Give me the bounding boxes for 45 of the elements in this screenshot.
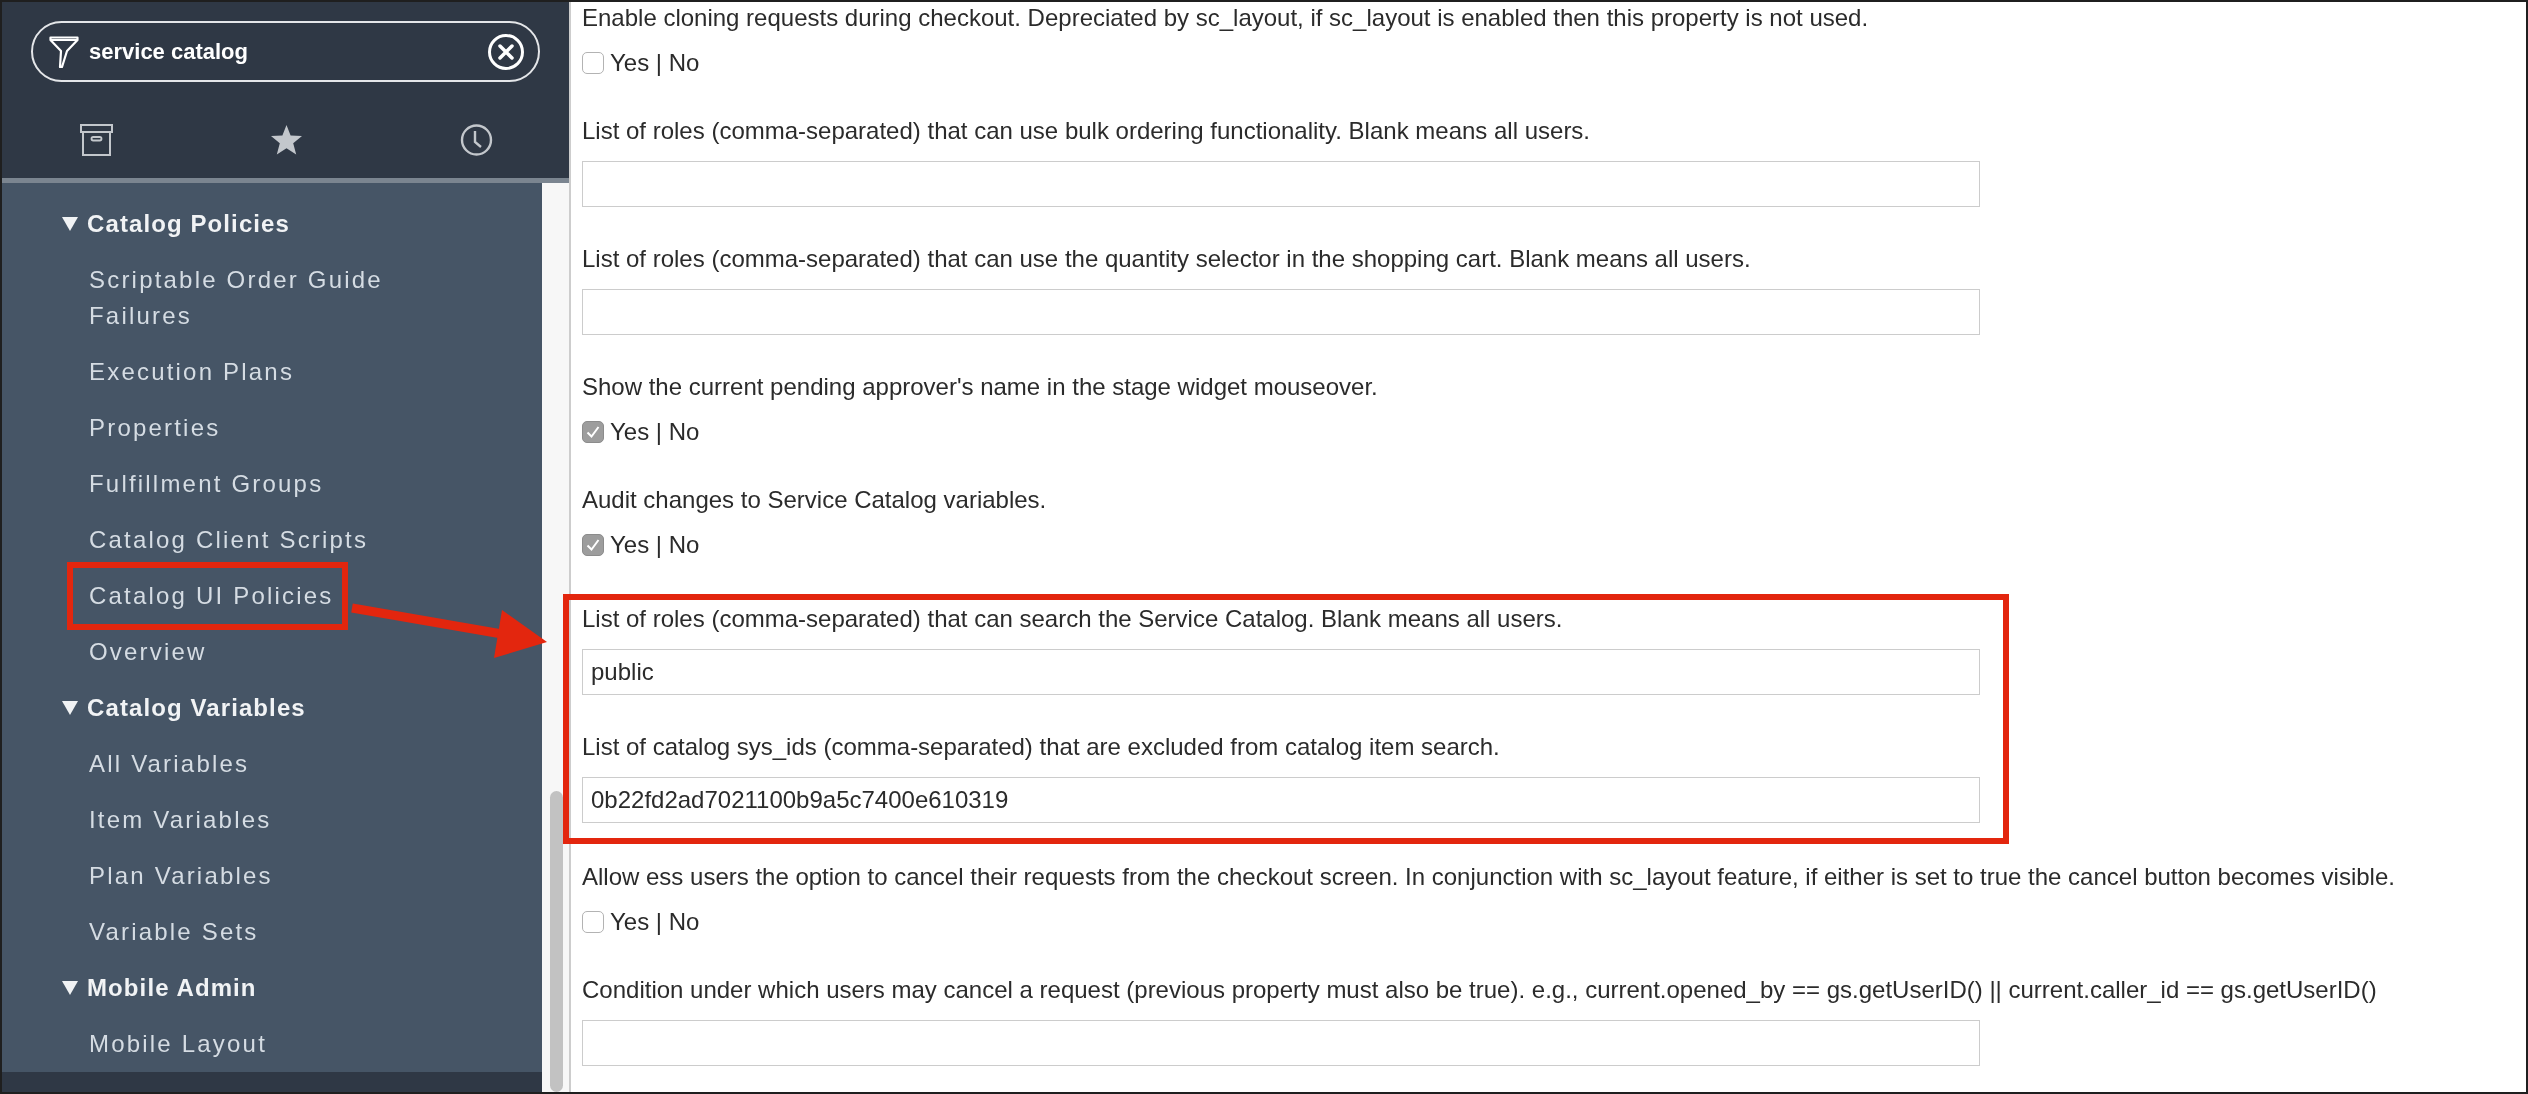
checkbox-label: Yes | No: [610, 907, 700, 937]
nav-group-header[interactable]: Mobile Admin: [2, 960, 542, 1016]
nav-item[interactable]: Item Variables: [89, 792, 272, 848]
archive-box-icon[interactable]: [80, 124, 113, 156]
text-field[interactable]: [582, 1020, 1980, 1066]
property-label: Show the current pending approver's name in the stage widget mouseover.: [582, 372, 1378, 402]
nav-item[interactable]: Fulfillment Groups: [89, 456, 324, 512]
nav-item[interactable]: All Variables: [89, 736, 250, 792]
text-field[interactable]: [582, 289, 1980, 335]
nav-item[interactable]: Variable Sets: [89, 904, 259, 960]
scrollbar[interactable]: [550, 791, 563, 1092]
property-label: List of catalog sys_ids (comma-separated) that are excluded from catalog item search.: [582, 732, 1500, 762]
nav-item[interactable]: Catalog UI Policies: [67, 562, 348, 630]
text-field[interactable]: 0b22fd2ad7021100b9a5c7400e610319: [582, 777, 1980, 823]
star-icon[interactable]: [270, 124, 303, 156]
property-label: List of roles (comma-separated) that can search the Service Catalog. Blank means all users.: [582, 604, 1563, 634]
property-label: Condition under which users may cancel a request (previous property must also be true). e.g., current.opened_by == gs.getUserID() || current.caller_id == gs.getUserID(): [582, 975, 2377, 1005]
checkmark-icon: [585, 424, 601, 440]
property-label: Enable cloning requests during checkout. Depreciated by sc_layout, if sc_layout is enabled then this property is not used.: [582, 3, 1869, 33]
filter-icon: [49, 35, 79, 68]
nav-group-header[interactable]: Catalog Policies: [2, 196, 542, 252]
checkbox[interactable]: [582, 421, 604, 443]
checkmark-icon: [585, 537, 601, 553]
text-field[interactable]: public: [582, 649, 1980, 695]
property-label: Audit changes to Service Catalog variables.: [582, 485, 1047, 515]
checkbox-label: Yes | No: [610, 48, 700, 78]
checkbox[interactable]: [582, 534, 604, 556]
search-bar[interactable]: service catalog: [31, 21, 540, 82]
nav-group-header[interactable]: Catalog Variables: [2, 680, 542, 736]
nav-item[interactable]: Mobile Layout: [89, 1016, 268, 1072]
property-label: Allow ess users the option to cancel their requests from the checkout screen. In conjunction with sc_layout feature, if either is set to true the cancel button becomes visible.: [582, 862, 2395, 892]
property-label: List of roles (comma-separated) that can use bulk ordering functionality. Blank means all users.: [582, 116, 1591, 146]
text-field[interactable]: [582, 161, 1980, 207]
checkbox-label: Yes | No: [610, 417, 700, 447]
clear-icon[interactable]: [488, 33, 524, 70]
property-label: List of roles (comma-separated) that can use the quantity selector in the shopping cart. Blank means all users.: [582, 244, 1751, 274]
nav-item[interactable]: Scriptable Order Guide Failures: [89, 252, 469, 344]
nav-item[interactable]: Execution Plans: [89, 344, 295, 400]
checkbox-label: Yes | No: [610, 530, 700, 560]
search-input[interactable]: service catalog: [89, 38, 478, 65]
checkbox[interactable]: [582, 52, 604, 74]
nav-item[interactable]: Plan Variables: [89, 848, 273, 904]
checkbox[interactable]: [582, 911, 604, 933]
nav-item[interactable]: Properties: [89, 400, 221, 456]
clock-icon[interactable]: [460, 124, 493, 156]
